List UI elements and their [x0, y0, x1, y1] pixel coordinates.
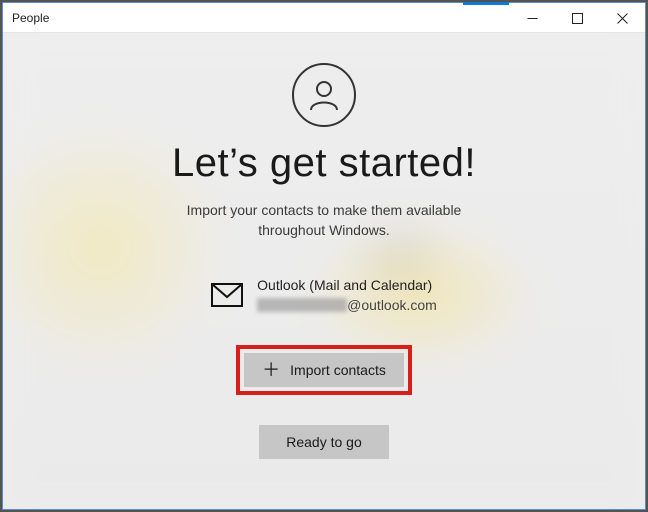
accent-strip — [463, 2, 509, 5]
import-contacts-button[interactable]: ＋ Import contacts — [244, 353, 404, 387]
subtitle-line1: Import your contacts to make them availa… — [187, 202, 462, 218]
email-domain: @outlook.com — [347, 297, 437, 313]
ready-label: Ready to go — [286, 434, 362, 450]
account-row: Outlook (Mail and Calendar) @outlook.com — [211, 277, 437, 313]
import-label: Import contacts — [290, 362, 386, 378]
subtitle-line2: throughout Windows. — [258, 222, 390, 238]
onboarding-stage: Let’s get started! Import your contacts … — [3, 33, 645, 509]
app-window: People Let’s get started! — [2, 2, 646, 510]
titlebar: People — [3, 3, 645, 33]
window-controls — [510, 3, 645, 33]
content-area: Let’s get started! Import your contacts … — [3, 33, 645, 509]
ready-to-go-button[interactable]: Ready to go — [259, 425, 389, 459]
import-highlight: ＋ Import contacts — [236, 345, 412, 395]
person-icon — [292, 63, 356, 127]
account-email: @outlook.com — [257, 297, 437, 313]
redacted-username — [257, 298, 347, 312]
account-provider: Outlook (Mail and Calendar) — [257, 277, 437, 293]
window-title: People — [3, 11, 49, 25]
minimize-button[interactable] — [510, 3, 555, 33]
mail-icon — [211, 283, 243, 307]
account-text: Outlook (Mail and Calendar) @outlook.com — [257, 277, 437, 313]
close-button[interactable] — [600, 3, 645, 33]
maximize-button[interactable] — [555, 3, 600, 33]
subtitle: Import your contacts to make them availa… — [187, 200, 462, 241]
headline: Let’s get started! — [172, 141, 476, 186]
plus-icon: ＋ — [262, 361, 280, 379]
